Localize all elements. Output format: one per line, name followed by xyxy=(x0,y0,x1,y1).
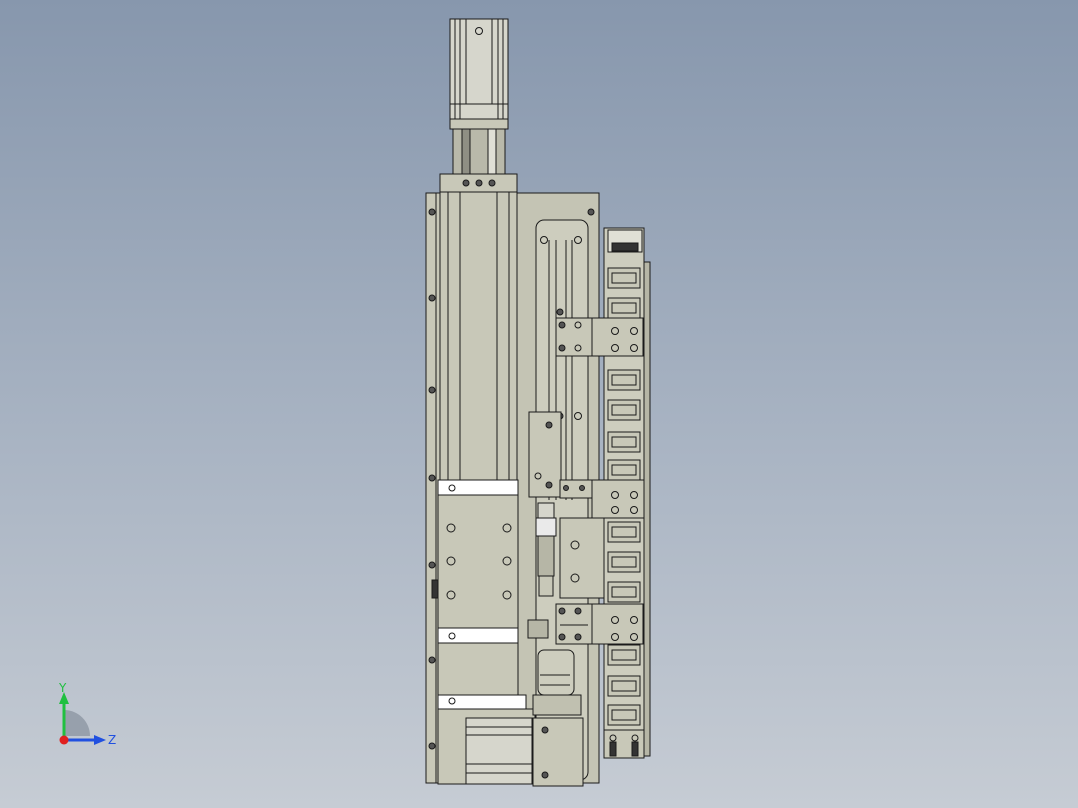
chain-bracket-middle xyxy=(591,479,645,519)
carriage-block xyxy=(528,411,562,498)
linear-actuator-model[interactable] xyxy=(0,0,1078,808)
chain-bracket-lower xyxy=(555,603,644,645)
chain-bracket-top xyxy=(555,317,644,357)
actuator-body xyxy=(439,191,518,481)
triad-plane-icon xyxy=(64,710,90,736)
bottom-motor xyxy=(465,717,533,785)
z-axis-label: Z xyxy=(108,733,116,747)
middle-clamp-plate xyxy=(437,479,519,644)
top-servo-motor xyxy=(449,18,509,130)
chain-bracket-bottom xyxy=(603,729,645,759)
y-axis-label: Y xyxy=(58,681,67,695)
motor-coupling xyxy=(452,128,506,175)
cad-viewport[interactable]: Y Z xyxy=(0,0,1078,808)
top-end-cap xyxy=(439,173,518,193)
x-axis-dot-icon xyxy=(59,735,69,745)
axis-triad: Y Z xyxy=(58,681,116,747)
